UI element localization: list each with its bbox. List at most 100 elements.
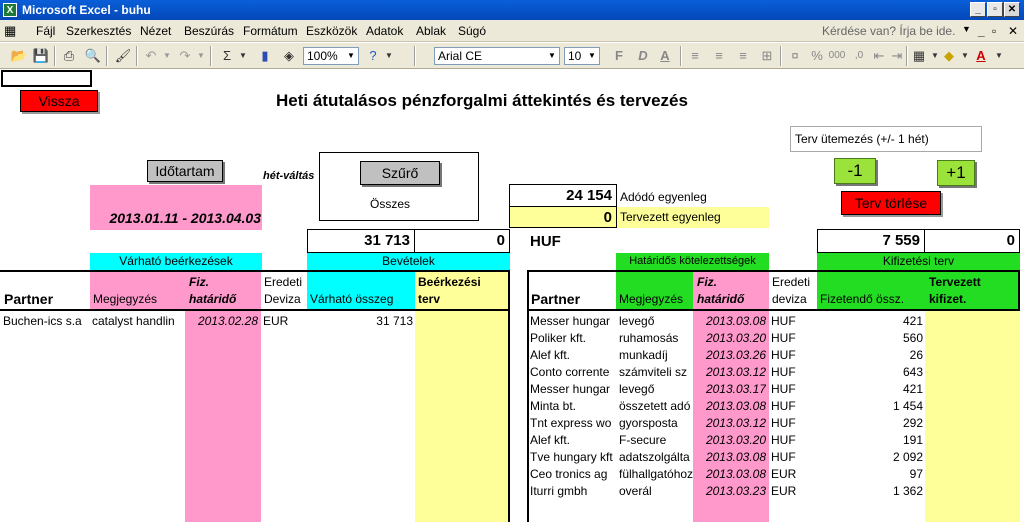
right-row-partner[interactable]: Minta bt. bbox=[530, 398, 616, 415]
chart-wizard-icon[interactable]: ▮ bbox=[256, 47, 274, 65]
right-row-partner[interactable]: Tve hungary kft bbox=[530, 449, 616, 466]
right-row-note[interactable]: gyorsposta bbox=[619, 415, 693, 432]
right-row-currency[interactable]: HUF bbox=[771, 330, 817, 347]
right-row-date[interactable]: 2013.03.08 bbox=[693, 398, 766, 415]
undo-dropdown-icon[interactable]: ▼ bbox=[158, 47, 176, 65]
right-row-date[interactable]: 2013.03.20 bbox=[693, 330, 766, 347]
right-row-note[interactable]: adatszolgálta bbox=[619, 449, 693, 466]
font-color-dropdown-icon[interactable]: ▼ bbox=[990, 47, 1008, 65]
right-row-partner[interactable]: Tnt express wo bbox=[530, 415, 616, 432]
merge-center-icon[interactable]: ⊞ bbox=[758, 47, 776, 65]
menu-ablak[interactable]: Ablak bbox=[416, 24, 446, 38]
right-row-partner[interactable]: Alef kft. bbox=[530, 347, 616, 364]
right-row-amount[interactable]: 643 bbox=[817, 364, 923, 381]
menu-beszuras[interactable]: Beszúrás bbox=[184, 24, 234, 38]
decrease-indent-icon[interactable]: ⇤ bbox=[870, 47, 888, 65]
increase-decimal-icon[interactable]: ,0 bbox=[850, 47, 868, 65]
font-dropdown-icon[interactable]: ▼ bbox=[546, 49, 558, 63]
close-button[interactable]: ✕ bbox=[1004, 2, 1020, 17]
help-search-input[interactable]: Kérdése van? Írja be ide. bbox=[822, 24, 955, 38]
right-row-date[interactable]: 2013.03.12 bbox=[693, 415, 766, 432]
increase-indent-icon[interactable]: ⇥ bbox=[888, 47, 906, 65]
print-icon[interactable]: ⎙ bbox=[60, 47, 78, 65]
right-row-partner[interactable]: Alef kft. bbox=[530, 432, 616, 449]
right-row-partner[interactable]: Messer hungar bbox=[530, 381, 616, 398]
maximize-button[interactable]: ▫ bbox=[987, 2, 1003, 17]
bold-button[interactable]: F bbox=[610, 47, 628, 65]
percent-icon[interactable]: % bbox=[808, 47, 826, 65]
comma-style-icon[interactable]: 000 bbox=[828, 47, 846, 65]
active-cell[interactable] bbox=[1, 70, 92, 87]
right-row-date[interactable]: 2013.03.08 bbox=[693, 313, 766, 330]
align-center-icon[interactable]: ≡ bbox=[710, 47, 728, 65]
right-row-note[interactable]: számviteli sz bbox=[619, 364, 693, 381]
print-preview-icon[interactable]: 🔍 bbox=[84, 47, 102, 65]
currency-icon[interactable]: ¤ bbox=[786, 47, 804, 65]
doc-close-button[interactable]: ✕ bbox=[1008, 24, 1018, 38]
right-row-partner[interactable]: Iturri gmbh bbox=[530, 483, 616, 500]
right-row-amount[interactable]: 1 454 bbox=[817, 398, 923, 415]
zoom-select[interactable]: 100% ▼ bbox=[303, 47, 359, 65]
right-row-amount[interactable]: 97 bbox=[817, 466, 923, 483]
font-size-dropdown-icon[interactable]: ▼ bbox=[586, 49, 598, 63]
plus-week-button[interactable]: +1 bbox=[937, 160, 975, 186]
vissza-button[interactable]: Vissza bbox=[20, 90, 98, 112]
right-row-currency[interactable]: HUF bbox=[771, 313, 817, 330]
format-painter-icon[interactable]: 🖌 bbox=[114, 47, 132, 65]
worksheet[interactable]: Vissza Heti átutalásos pénzforgalmi átte… bbox=[0, 69, 1024, 522]
idotartam-button[interactable]: Időtartam bbox=[147, 160, 223, 182]
font-size-select[interactable]: 10 ▼ bbox=[564, 47, 600, 65]
right-row-partner[interactable]: Poliker kft. bbox=[530, 330, 616, 347]
right-row-note[interactable]: összetett adó bbox=[619, 398, 693, 415]
italic-button[interactable]: D bbox=[634, 47, 652, 65]
minimize-button[interactable]: _ bbox=[970, 2, 986, 17]
align-right-icon[interactable]: ≡ bbox=[734, 47, 752, 65]
help-dropdown-icon[interactable]: ▼ bbox=[962, 24, 971, 34]
left-row-amount[interactable]: 31 713 bbox=[307, 313, 413, 330]
right-row-amount[interactable]: 421 bbox=[817, 313, 923, 330]
right-row-note[interactable]: overál bbox=[619, 483, 693, 500]
right-row-amount[interactable]: 191 bbox=[817, 432, 923, 449]
right-row-note[interactable]: munkadíj bbox=[619, 347, 693, 364]
right-row-amount[interactable]: 560 bbox=[817, 330, 923, 347]
right-row-amount[interactable]: 1 362 bbox=[817, 483, 923, 500]
right-row-currency[interactable]: EUR bbox=[771, 466, 817, 483]
right-row-date[interactable]: 2013.03.12 bbox=[693, 364, 766, 381]
right-row-date[interactable]: 2013.03.23 bbox=[693, 483, 766, 500]
open-icon[interactable]: 📂 bbox=[10, 47, 28, 65]
right-row-partner[interactable]: Ceo tronics ag bbox=[530, 466, 616, 483]
minus-week-button[interactable]: -1 bbox=[834, 158, 876, 184]
right-row-amount[interactable]: 292 bbox=[817, 415, 923, 432]
right-row-note[interactable]: levegő bbox=[619, 381, 693, 398]
menu-formatum[interactable]: Formátum bbox=[243, 24, 298, 38]
right-row-note[interactable]: levegő bbox=[619, 313, 693, 330]
right-row-currency[interactable]: HUF bbox=[771, 364, 817, 381]
redo-dropdown-icon[interactable]: ▼ bbox=[192, 47, 210, 65]
drawing-icon[interactable]: ◈ bbox=[280, 47, 298, 65]
zoom-dropdown-icon[interactable]: ▼ bbox=[345, 49, 357, 63]
right-row-partner[interactable]: Conto corrente bbox=[530, 364, 616, 381]
font-select[interactable]: Arial CE ▼ bbox=[434, 47, 560, 65]
menu-nezet[interactable]: Nézet bbox=[140, 24, 171, 38]
right-row-currency[interactable]: HUF bbox=[771, 398, 817, 415]
left-row-currency[interactable]: EUR bbox=[263, 313, 307, 330]
right-row-amount[interactable]: 2 092 bbox=[817, 449, 923, 466]
szuro-button[interactable]: Szűrő bbox=[360, 161, 440, 185]
right-row-date[interactable]: 2013.03.17 bbox=[693, 381, 766, 398]
menu-sugo[interactable]: Súgó bbox=[458, 24, 486, 38]
right-row-currency[interactable]: HUF bbox=[771, 449, 817, 466]
save-icon[interactable]: 💾 bbox=[32, 47, 50, 65]
help-dropdown-icon-2[interactable]: ▼ bbox=[380, 47, 398, 65]
menu-fajl[interactable]: Fájl bbox=[36, 24, 55, 38]
right-row-partner[interactable]: Messer hungar bbox=[530, 313, 616, 330]
right-row-currency[interactable]: HUF bbox=[771, 347, 817, 364]
menu-adatok[interactable]: Adatok bbox=[366, 24, 403, 38]
right-row-note[interactable]: fülhallgatóhoz bbox=[619, 466, 693, 483]
right-row-date[interactable]: 2013.03.08 bbox=[693, 449, 766, 466]
right-row-note[interactable]: F-secure bbox=[619, 432, 693, 449]
right-row-date[interactable]: 2013.03.08 bbox=[693, 466, 766, 483]
right-row-date[interactable]: 2013.03.26 bbox=[693, 347, 766, 364]
doc-restore-button[interactable]: ▫ bbox=[992, 24, 996, 38]
right-row-amount[interactable]: 421 bbox=[817, 381, 923, 398]
menu-eszkozok[interactable]: Eszközök bbox=[306, 24, 357, 38]
